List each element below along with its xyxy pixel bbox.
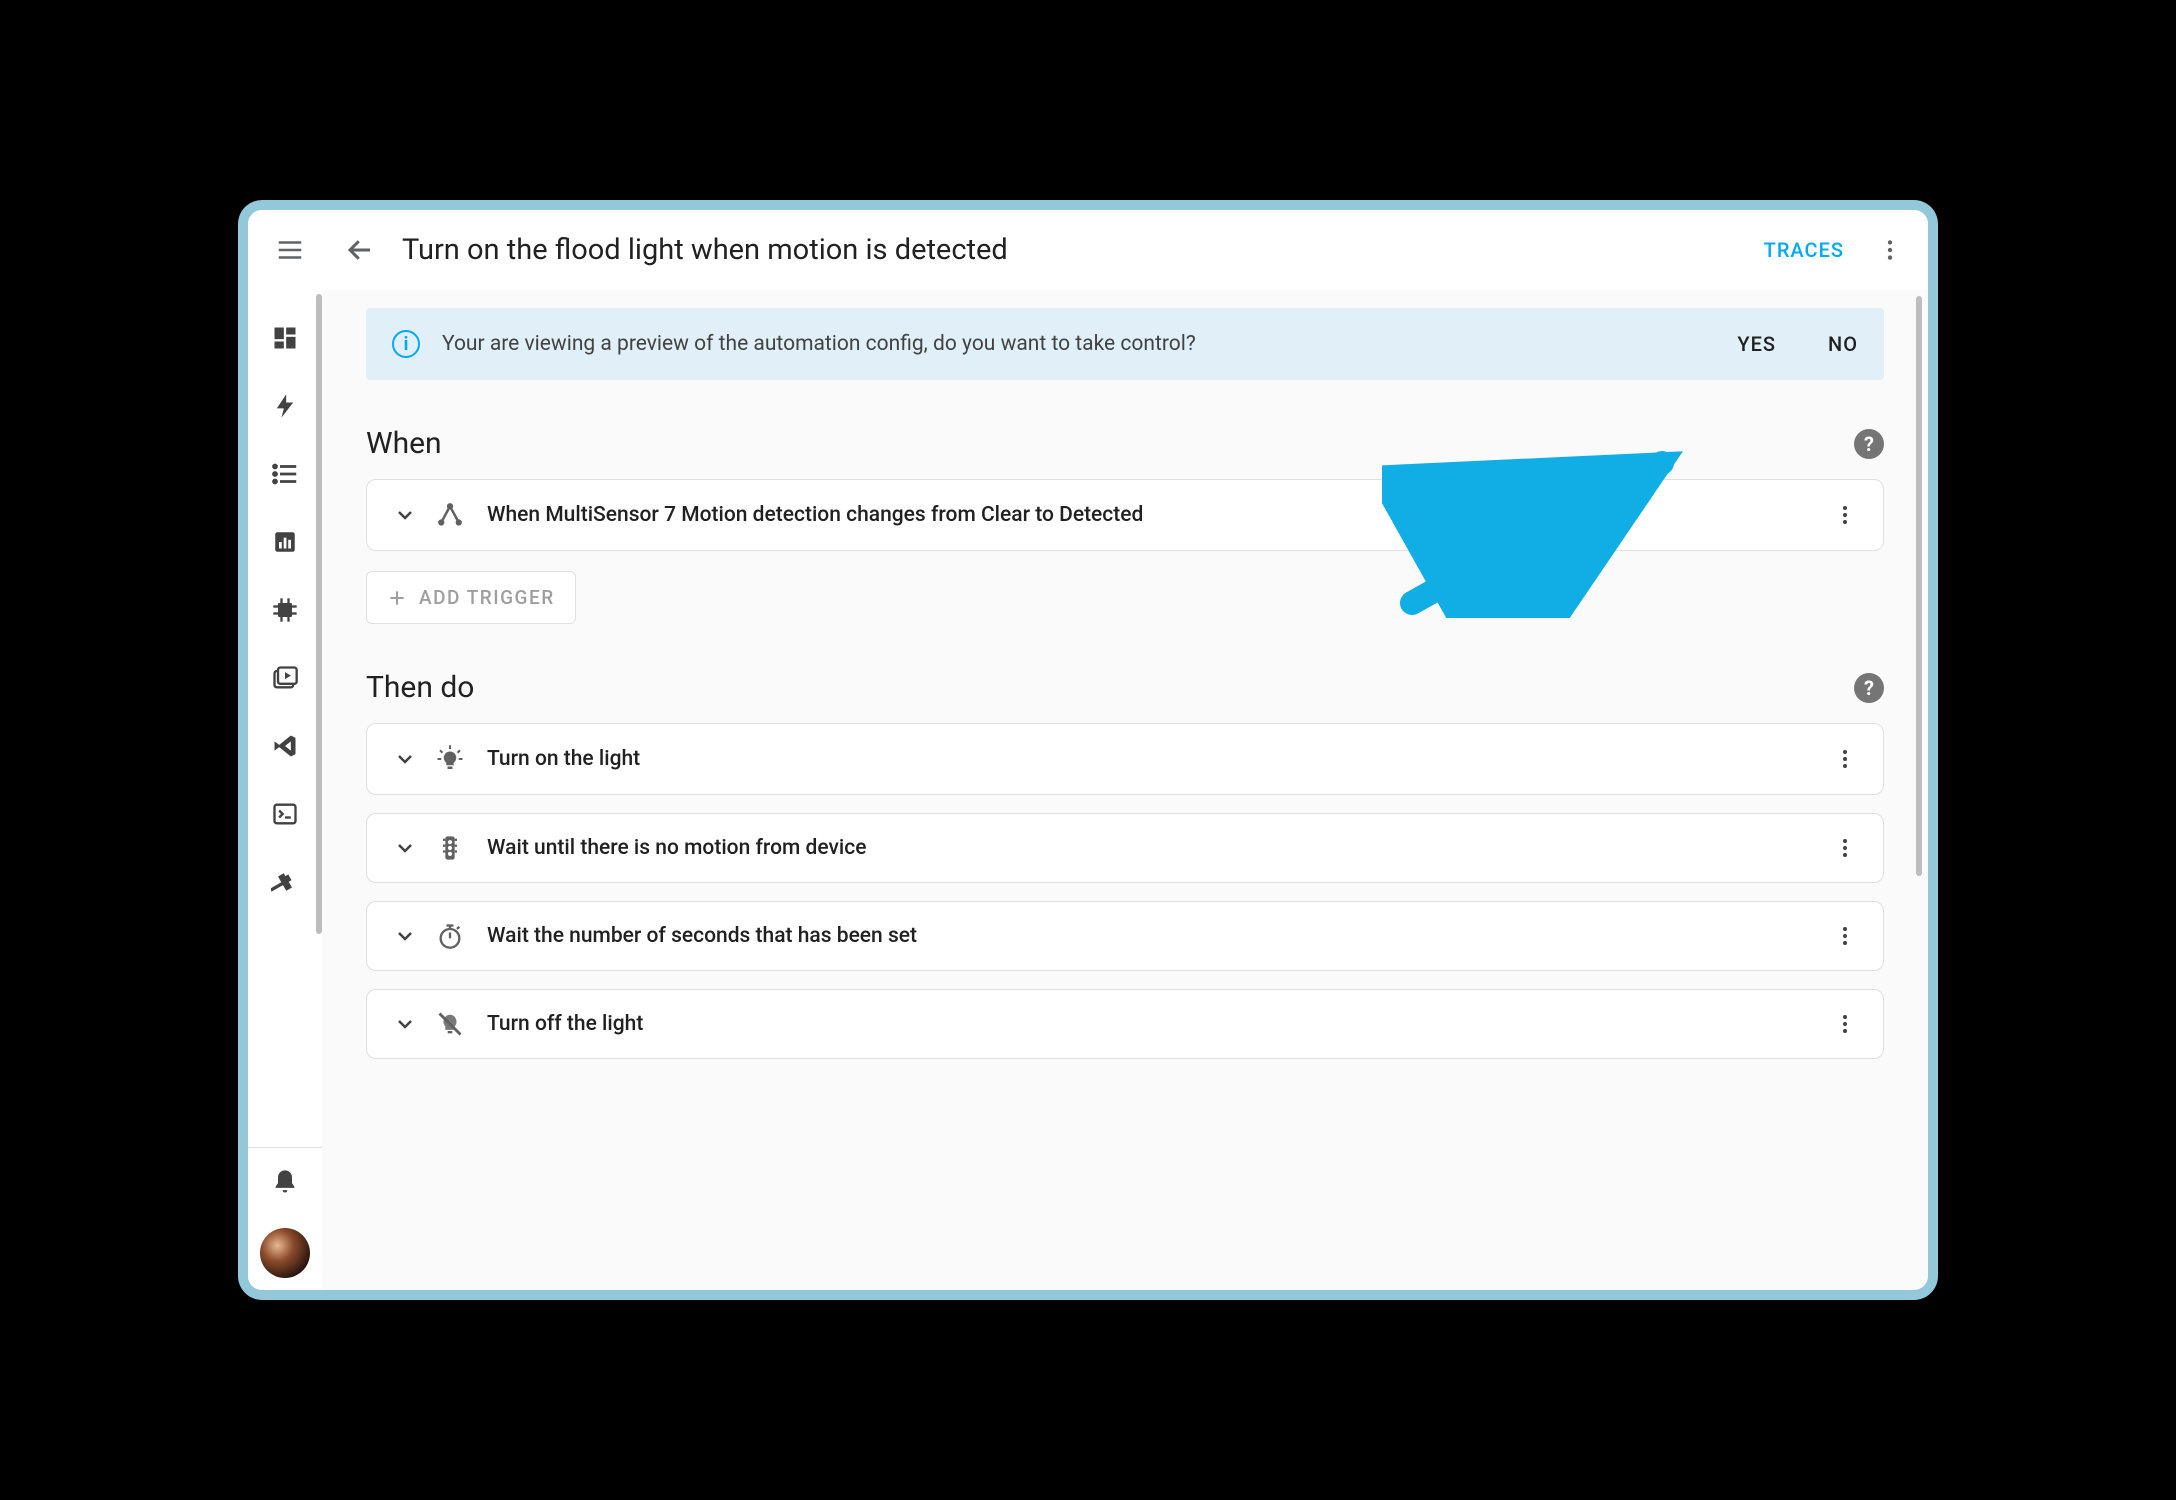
add-trigger-label: ADD TRIGGER: [419, 586, 555, 609]
bell-icon: [271, 1168, 299, 1196]
terminal-icon: [271, 800, 299, 828]
chevron-down-icon: [393, 836, 417, 860]
action-label: Turn on the light: [487, 747, 1829, 771]
action-label: Wait until there is no motion from devic…: [487, 836, 1829, 860]
main-scrollbar[interactable]: [1916, 296, 1922, 876]
main-content: i Your are viewing a preview of the auto…: [322, 290, 1928, 1290]
action-label: Wait the number of seconds that has been…: [487, 924, 1829, 948]
trigger-label: When MultiSensor 7 Motion detection chan…: [487, 503, 1829, 527]
body: i Your are viewing a preview of the auto…: [248, 290, 1928, 1290]
dots-vertical-icon: [1833, 924, 1857, 948]
action-label: Turn off the light: [487, 1012, 1829, 1036]
dots-vertical-icon: [1833, 503, 1857, 527]
action-card[interactable]: Wait the number of seconds that has been…: [366, 901, 1884, 971]
state-change-icon: [429, 500, 471, 530]
chevron-down-icon: [393, 1012, 417, 1036]
action-card[interactable]: Wait until there is no motion from devic…: [366, 813, 1884, 883]
lightning-icon: [271, 392, 299, 420]
expand-toggle[interactable]: [389, 1012, 421, 1036]
media-icon: [271, 664, 299, 692]
sidebar: [248, 290, 322, 1290]
action-menu-button[interactable]: [1829, 747, 1861, 771]
sidebar-item-history[interactable]: [261, 508, 309, 576]
dots-vertical-icon: [1877, 237, 1903, 263]
traffic-light-icon: [429, 834, 471, 862]
list-icon: [270, 459, 300, 489]
dashboard-icon: [271, 324, 299, 352]
chevron-down-icon: [393, 747, 417, 771]
then-title: Then do: [366, 670, 474, 705]
trigger-card[interactable]: When MultiSensor 7 Motion detection chan…: [366, 479, 1884, 551]
trigger-menu-button[interactable]: [1829, 503, 1861, 527]
chart-icon: [272, 529, 298, 555]
action-card[interactable]: Turn off the light: [366, 989, 1884, 1059]
sidebar-item-vscode[interactable]: [261, 712, 309, 780]
lightbulb-off-icon: [429, 1010, 471, 1038]
stopwatch-icon: [429, 922, 471, 950]
sidebar-item-developer[interactable]: [261, 848, 309, 916]
sidebar-item-terminal[interactable]: [261, 780, 309, 848]
action-menu-button[interactable]: [1829, 924, 1861, 948]
expand-toggle[interactable]: [389, 836, 421, 860]
banner-yes-button[interactable]: YES: [1737, 332, 1776, 356]
then-help-button[interactable]: ?: [1854, 673, 1884, 703]
sidebar-item-logbook[interactable]: [261, 440, 309, 508]
expand-toggle[interactable]: [389, 924, 421, 948]
when-help-button[interactable]: ?: [1854, 429, 1884, 459]
add-trigger-button[interactable]: ADD TRIGGER: [366, 571, 576, 624]
then-section-header: Then do ?: [366, 670, 1884, 705]
dots-vertical-icon: [1833, 1012, 1857, 1036]
overflow-menu-button[interactable]: [1866, 237, 1914, 263]
traces-button[interactable]: TRACES: [1764, 238, 1844, 262]
action-menu-button[interactable]: [1829, 836, 1861, 860]
when-section-header: When ?: [366, 426, 1884, 461]
expand-toggle[interactable]: [389, 503, 421, 527]
user-avatar[interactable]: [260, 1228, 310, 1278]
sidebar-item-notifications[interactable]: [261, 1148, 309, 1216]
back-button[interactable]: [332, 235, 388, 265]
chevron-down-icon: [393, 924, 417, 948]
app-window: Turn on the flood light when motion is d…: [248, 210, 1928, 1290]
action-menu-button[interactable]: [1829, 1012, 1861, 1036]
hammer-icon: [271, 868, 299, 896]
sidebar-item-media[interactable]: [261, 644, 309, 712]
dots-vertical-icon: [1833, 747, 1857, 771]
chevron-down-icon: [393, 503, 417, 527]
vscode-icon: [271, 732, 299, 760]
sidebar-item-energy[interactable]: [261, 372, 309, 440]
arrow-left-icon: [345, 235, 375, 265]
dots-vertical-icon: [1833, 836, 1857, 860]
expand-toggle[interactable]: [389, 747, 421, 771]
menu-button[interactable]: [262, 235, 318, 265]
sidebar-item-dashboard[interactable]: [261, 304, 309, 372]
preview-banner: i Your are viewing a preview of the auto…: [366, 308, 1884, 380]
banner-no-button[interactable]: NO: [1828, 332, 1858, 356]
when-title: When: [366, 426, 442, 461]
action-card[interactable]: Turn on the light: [366, 723, 1884, 795]
hamburger-icon: [275, 235, 305, 265]
topbar: Turn on the flood light when motion is d…: [248, 210, 1928, 290]
sidebar-item-devices[interactable]: [261, 576, 309, 644]
banner-text: Your are viewing a preview of the automa…: [442, 332, 1685, 356]
chip-icon: [271, 596, 299, 624]
info-icon: i: [392, 330, 420, 358]
page-title: Turn on the flood light when motion is d…: [402, 233, 1764, 267]
lightbulb-icon: [429, 744, 471, 774]
plus-icon: [387, 588, 407, 608]
